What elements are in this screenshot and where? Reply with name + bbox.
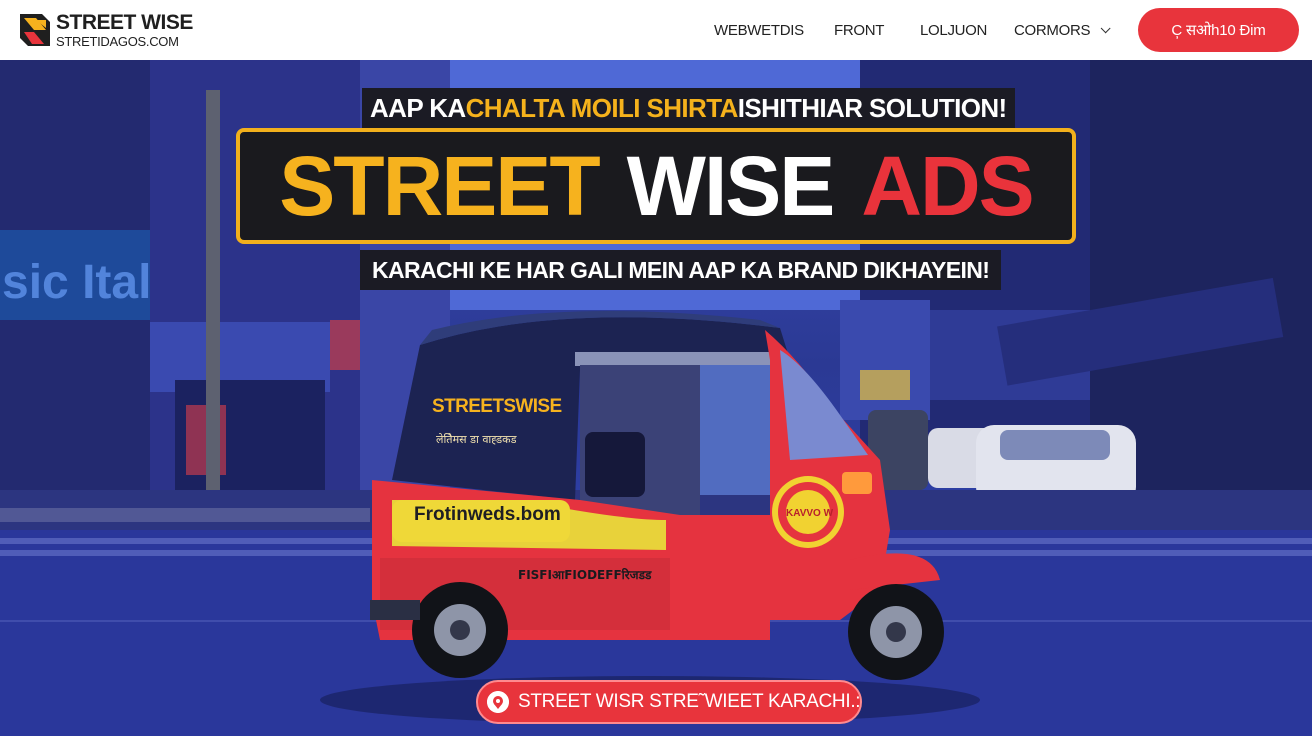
canopy-subtext: लेतेिमस डा वाह्डकड bbox=[436, 433, 517, 446]
hero-tagline-bottom: KARACHI KE HAR GALI MEIN AAP KA BRAND DI… bbox=[360, 250, 1002, 290]
logo-subtitle: STRETIDAGOS.COM bbox=[56, 34, 179, 49]
nav-item-front[interactable]: FRONT bbox=[834, 0, 884, 60]
location-pill-button[interactable]: STREET WISR STRE˜WIEET KARACHI.: bbox=[476, 680, 862, 724]
logo-title: STREET WISE bbox=[56, 11, 193, 34]
chevron-down-icon bbox=[1100, 22, 1111, 33]
door-badge-text: KAVVO W bbox=[786, 508, 834, 519]
nav-item-label: CORMORS bbox=[1014, 21, 1091, 39]
side-banner-text: Frotinweds.bom bbox=[414, 504, 561, 525]
nav-item-loljuon[interactable]: LOLJUON bbox=[920, 0, 987, 60]
lower-panel-text: FISFIआFIODEFFरिजडड bbox=[518, 568, 652, 582]
location-pill-label: STREET WISR STRE˜WIEET KARACHI.: bbox=[518, 691, 861, 712]
hero-tagline-top: AAP KA CHALTA MOILI SHIRTA ISHITHIAR SOL… bbox=[362, 88, 1015, 128]
tagline-top-part-3: ISHITHIAR SOLUTION! bbox=[737, 92, 1007, 123]
pin-icon bbox=[487, 691, 509, 713]
top-navbar: STREET WISE STRETIDAGOS.COM WEBWETDIS FR… bbox=[0, 0, 1312, 60]
nav-item-label: LOLJUON bbox=[920, 21, 988, 39]
hero-section: sic Italr STREETSWISE लेतेिमस डा वाह्डकड… bbox=[0, 60, 1312, 736]
brand-logo[interactable]: STREET WISE STRETIDAGOS.COM bbox=[20, 10, 193, 50]
canopy-logo-text: STREETSWISE bbox=[432, 396, 562, 417]
headline-word-ads: ADS bbox=[861, 138, 1034, 233]
headline-word-wise: WISE bbox=[626, 138, 836, 233]
svg-text:sic Italr: sic Italr bbox=[2, 256, 170, 309]
streetwise-logo-mark-icon bbox=[20, 14, 50, 46]
nav-item-label: FRONT bbox=[834, 21, 885, 39]
header-cta-button[interactable]: C̦ सओh10 Đim bbox=[1138, 8, 1299, 52]
nav-item-webwetdis[interactable]: WEBWETDIS bbox=[714, 0, 804, 60]
nav-item-label: WEBWETDIS bbox=[714, 21, 804, 39]
headline-word-street: STREET bbox=[279, 138, 600, 233]
hero-headline: STREET WISE ADS bbox=[236, 128, 1076, 244]
nav-item-cormors[interactable]: CORMORS bbox=[1014, 0, 1111, 60]
tagline-top-part-2: CHALTA MOILI SHIRTA bbox=[465, 92, 739, 123]
tagline-top-part-1: AAP KA bbox=[370, 92, 466, 123]
